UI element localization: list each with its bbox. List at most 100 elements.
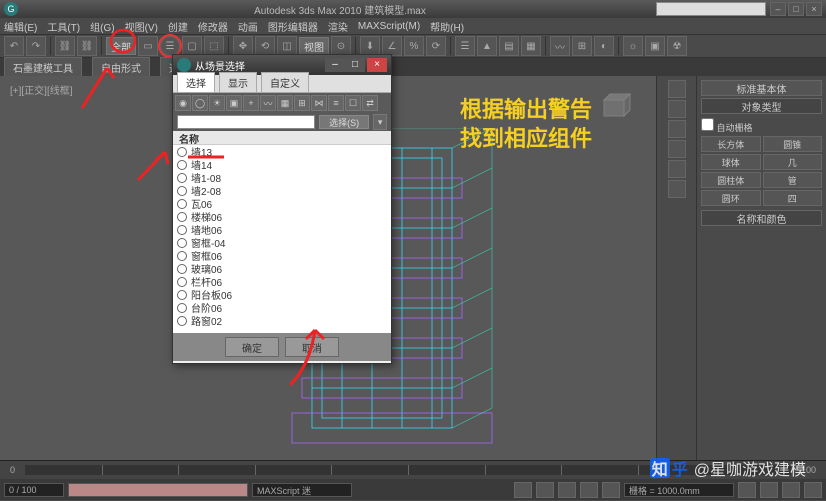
- tab-graphite[interactable]: 石墨建模工具: [4, 57, 82, 78]
- unlink-button[interactable]: ⛓: [77, 36, 97, 56]
- orbit-button[interactable]: [782, 482, 800, 498]
- dialog-list-header[interactable]: 名称: [173, 131, 391, 145]
- play-next-button[interactable]: [580, 482, 598, 498]
- play-prev-button[interactable]: [536, 482, 554, 498]
- menu-help[interactable]: 帮助(H): [430, 19, 464, 34]
- redo-button[interactable]: ↷: [26, 36, 46, 56]
- render-frame-button[interactable]: ▣: [645, 36, 665, 56]
- tab-freeform[interactable]: 自由形式: [92, 57, 150, 78]
- pyramid-button[interactable]: 四: [763, 190, 823, 206]
- dialog-tab-display[interactable]: 显示: [219, 72, 257, 92]
- filter-shape-icon[interactable]: ◯: [192, 95, 208, 111]
- menu-group[interactable]: 组(G): [90, 19, 114, 34]
- scale-button[interactable]: ◫: [277, 36, 297, 56]
- selection-filter-dropdown[interactable]: 全部: [106, 37, 136, 55]
- menu-modifier[interactable]: 修改器: [198, 19, 228, 34]
- play-start-button[interactable]: [514, 482, 532, 498]
- display-all-icon[interactable]: ≡: [328, 95, 344, 111]
- filter-camera-icon[interactable]: ▣: [226, 95, 242, 111]
- hierarchy-tab-icon[interactable]: [668, 120, 686, 138]
- spinner-snap-button[interactable]: ⟳: [426, 36, 446, 56]
- torus-button[interactable]: 圆环: [701, 190, 761, 206]
- link-button[interactable]: ⛓: [55, 36, 75, 56]
- schematic-button[interactable]: ⊞: [572, 36, 592, 56]
- help-search-input[interactable]: [656, 2, 766, 16]
- dialog-maximize-button[interactable]: □: [345, 58, 365, 72]
- window-crossing-button[interactable]: ⬚: [204, 36, 224, 56]
- dialog-search-button[interactable]: 选择(S): [319, 115, 369, 129]
- utilities-tab-icon[interactable]: [668, 180, 686, 198]
- named-sets-button[interactable]: ☰: [455, 36, 475, 56]
- dialog-tab-custom[interactable]: 自定义: [261, 72, 309, 92]
- move-button[interactable]: ✥: [233, 36, 253, 56]
- menu-animation[interactable]: 动画: [238, 19, 258, 34]
- align-button[interactable]: ▤: [499, 36, 519, 56]
- menu-view[interactable]: 视图(V): [125, 19, 158, 34]
- filter-bone-icon[interactable]: ⋈: [311, 95, 327, 111]
- cmd-category-dropdown[interactable]: 标准基本体: [701, 80, 822, 96]
- display-none-icon[interactable]: ☐: [345, 95, 361, 111]
- viewport-label[interactable]: [+][正交][线框]: [10, 82, 73, 97]
- zoom-button[interactable]: [738, 482, 756, 498]
- select-button[interactable]: ▭: [138, 36, 158, 56]
- object-icon: [177, 277, 187, 287]
- menu-create[interactable]: 创建: [168, 19, 188, 34]
- menu-edit[interactable]: 编辑(E): [4, 19, 37, 34]
- undo-button[interactable]: ↶: [4, 36, 24, 56]
- render-button[interactable]: ☢: [667, 36, 687, 56]
- dialog-search-opt-icon[interactable]: ▾: [373, 114, 387, 130]
- menu-tools[interactable]: 工具(T): [47, 19, 80, 34]
- snap-button[interactable]: ⬇: [360, 36, 380, 56]
- filter-geometry-icon[interactable]: ◉: [175, 95, 191, 111]
- cone-button[interactable]: 圆锥: [763, 136, 823, 152]
- geosphere-button[interactable]: 几: [763, 154, 823, 170]
- dialog-search-input[interactable]: [177, 115, 315, 129]
- dialog-minimize-button[interactable]: –: [325, 58, 345, 72]
- filter-group-icon[interactable]: ▦: [277, 95, 293, 111]
- cylinder-button[interactable]: 圆柱体: [701, 172, 761, 188]
- box-button[interactable]: 长方体: [701, 136, 761, 152]
- menu-graph[interactable]: 图形编辑器: [268, 19, 318, 34]
- maximize-viewport-button[interactable]: [804, 482, 822, 498]
- layers-button[interactable]: ▦: [521, 36, 541, 56]
- select-region-button[interactable]: ▢: [182, 36, 202, 56]
- filter-helper-icon[interactable]: +: [243, 95, 259, 111]
- select-by-name-button[interactable]: ☰: [160, 36, 180, 56]
- menu-maxscript[interactable]: MAXScript(M): [358, 21, 420, 32]
- pivot-button[interactable]: ⊙: [331, 36, 351, 56]
- display-tab-icon[interactable]: [668, 160, 686, 178]
- tube-button[interactable]: 管: [763, 172, 823, 188]
- menu-render[interactable]: 渲染: [328, 19, 348, 34]
- filter-xref-icon[interactable]: ⊞: [294, 95, 310, 111]
- ref-coord-dropdown[interactable]: 视图: [299, 37, 329, 55]
- close-button[interactable]: ×: [806, 2, 822, 16]
- modify-tab-icon[interactable]: [668, 100, 686, 118]
- object-icon: [177, 199, 187, 209]
- rotate-button[interactable]: ⟲: [255, 36, 275, 56]
- angle-snap-button[interactable]: ∠: [382, 36, 402, 56]
- auto-grid-checkbox[interactable]: [701, 118, 714, 131]
- create-tab-icon[interactable]: [668, 80, 686, 98]
- curve-editor-button[interactable]: 〰: [550, 36, 570, 56]
- script-listener[interactable]: [68, 483, 248, 497]
- minimize-button[interactable]: –: [770, 2, 786, 16]
- play-end-button[interactable]: [602, 482, 620, 498]
- dialog-list[interactable]: 墙13 墙14 墙1-08 墙2-08 瓦06 楼梯06 墙地06 窗框-04 …: [173, 145, 391, 333]
- filter-light-icon[interactable]: ☀: [209, 95, 225, 111]
- viewcube-icon[interactable]: [594, 88, 634, 128]
- sphere-button[interactable]: 球体: [701, 154, 761, 170]
- maximize-button[interactable]: □: [788, 2, 804, 16]
- dialog-tab-select[interactable]: 选择: [177, 72, 215, 92]
- play-button[interactable]: [558, 482, 576, 498]
- filter-spacewarp-icon[interactable]: 〰: [260, 95, 276, 111]
- material-editor-button[interactable]: ◐: [594, 36, 614, 56]
- mirror-button[interactable]: ▲: [477, 36, 497, 56]
- dialog-close-button[interactable]: ×: [367, 58, 387, 72]
- dialog-cancel-button[interactable]: 取消: [285, 337, 339, 357]
- display-invert-icon[interactable]: ⇄: [362, 95, 378, 111]
- motion-tab-icon[interactable]: [668, 140, 686, 158]
- pan-button[interactable]: [760, 482, 778, 498]
- dialog-ok-button[interactable]: 确定: [225, 337, 279, 357]
- render-setup-button[interactable]: ☼: [623, 36, 643, 56]
- percent-snap-button[interactable]: %: [404, 36, 424, 56]
